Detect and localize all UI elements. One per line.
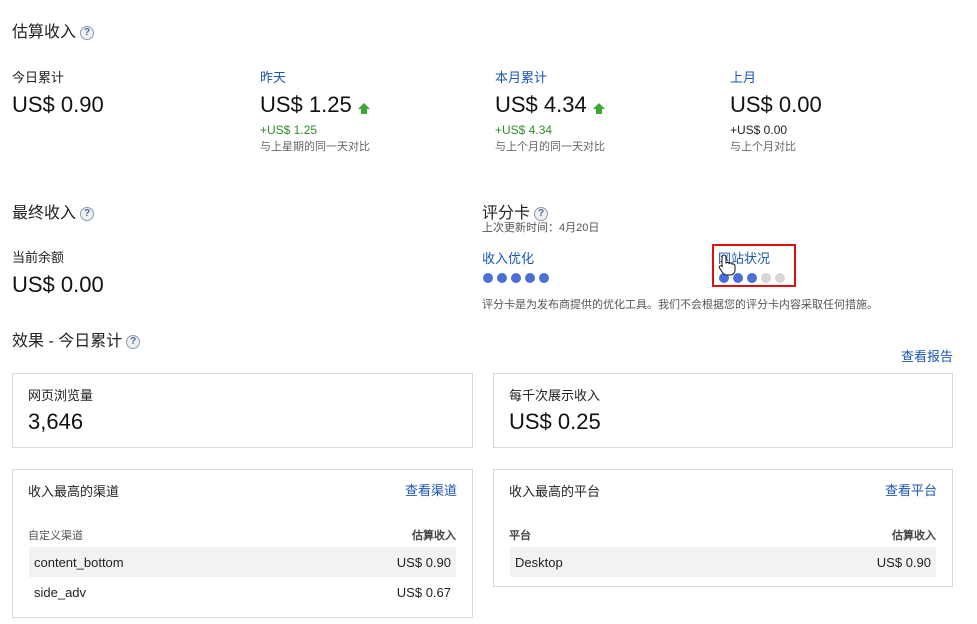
yesterday-delta: +US$ 1.25 (260, 123, 318, 137)
this-month-value-row: US$ 4.34 (495, 92, 605, 118)
this-month-delta: +US$ 4.34 (495, 123, 553, 137)
revenue-optimization-score (483, 273, 549, 283)
view-report-link[interactable]: 查看报告 (901, 346, 953, 365)
top-platforms-title: 收入最高的平台 (509, 484, 601, 499)
yesterday-value-row: US$ 1.25 (260, 92, 370, 118)
up-arrow-icon (357, 103, 370, 114)
up-arrow-icon (592, 103, 605, 114)
score-dot-filled (525, 273, 535, 283)
channels-col-name: 自定义渠道 (28, 530, 83, 542)
final-earnings-heading: 最终收入? (12, 199, 95, 223)
table-row[interactable]: side_adv US$ 0.67 (29, 577, 456, 607)
last-month-compare: 与上个月对比 (730, 141, 796, 153)
page-views-label: 网页浏览量 (28, 388, 94, 403)
platform-name: Desktop (515, 555, 563, 570)
last-month-delta: +US$ 0.00 (730, 123, 788, 137)
table-row[interactable]: Desktop US$ 0.90 (510, 547, 936, 577)
last-month-value: US$ 0.00 (730, 92, 822, 117)
top-channels-title: 收入最高的渠道 (28, 484, 120, 499)
platforms-col-name: 平台 (509, 530, 531, 542)
revenue-optimization-link[interactable]: 收入优化 (482, 248, 534, 267)
scorecard-note: 评分卡是为发布商提供的优化工具。我们不会根据您的评分卡内容采取任何措施。 (482, 299, 878, 311)
score-dot-filled (511, 273, 521, 283)
channel-name: side_adv (34, 585, 87, 600)
platform-revenue: US$ 0.90 (876, 555, 931, 570)
last-month-link[interactable]: 上月 (730, 67, 756, 86)
yesterday-compare: 与上星期的同一天对比 (260, 141, 370, 153)
platforms-col-revenue: 估算收入 (892, 530, 936, 542)
help-icon[interactable]: ? (80, 26, 95, 40)
balance-value: US$ 0.00 (12, 272, 104, 297)
channel-revenue: US$ 0.67 (396, 585, 451, 600)
this-month-link[interactable]: 本月累计 (495, 67, 547, 86)
table-row[interactable]: content_bottom US$ 0.90 (29, 547, 456, 577)
yesterday-link[interactable]: 昨天 (260, 67, 286, 86)
channel-name: content_bottom (34, 555, 124, 570)
this-month-compare: 与上个月的同一天对比 (495, 141, 605, 153)
today-label: 今日累计 (12, 70, 65, 85)
help-icon[interactable]: ? (80, 207, 95, 221)
estimated-earnings-title: 估算收入 (12, 24, 77, 41)
balance-label: 当前余额 (12, 250, 65, 265)
this-month-value: US$ 4.34 (495, 92, 587, 117)
rpm-label: 每千次展示收入 (509, 388, 601, 403)
page-views-value: 3,646 (28, 409, 84, 434)
rpm-value: US$ 0.25 (509, 409, 601, 434)
help-icon[interactable]: ? (126, 335, 141, 349)
final-earnings-title: 最终收入 (12, 205, 77, 222)
estimated-earnings-heading: 估算收入? (12, 18, 95, 42)
performance-title: 效果 - 今日累计 (12, 333, 123, 350)
channels-col-revenue: 估算收入 (412, 530, 456, 542)
scorecard-updated: 上次更新时间：4月20日 (482, 222, 600, 234)
performance-heading: 效果 - 今日累计? (12, 327, 141, 351)
rpm-card: 每千次展示收入 US$ 0.25 (493, 373, 953, 448)
score-dot-filled (483, 273, 493, 283)
score-dot-filled (539, 273, 549, 283)
score-dot-filled (497, 273, 507, 283)
top-channels-card: 收入最高的渠道 查看渠道 自定义渠道 估算收入 content_bottom U… (12, 469, 473, 618)
today-value: US$ 0.90 (12, 92, 104, 117)
page-views-card: 网页浏览量 3,646 (12, 373, 473, 448)
channel-revenue: US$ 0.90 (396, 555, 451, 570)
view-channels-link[interactable]: 查看渠道 (405, 480, 457, 499)
yesterday-value: US$ 1.25 (260, 92, 352, 117)
top-platforms-card: 收入最高的平台 查看平台 平台 估算收入 Desktop US$ 0.90 (493, 469, 953, 587)
view-platforms-link[interactable]: 查看平台 (885, 480, 937, 499)
hand-cursor-icon (718, 254, 736, 276)
